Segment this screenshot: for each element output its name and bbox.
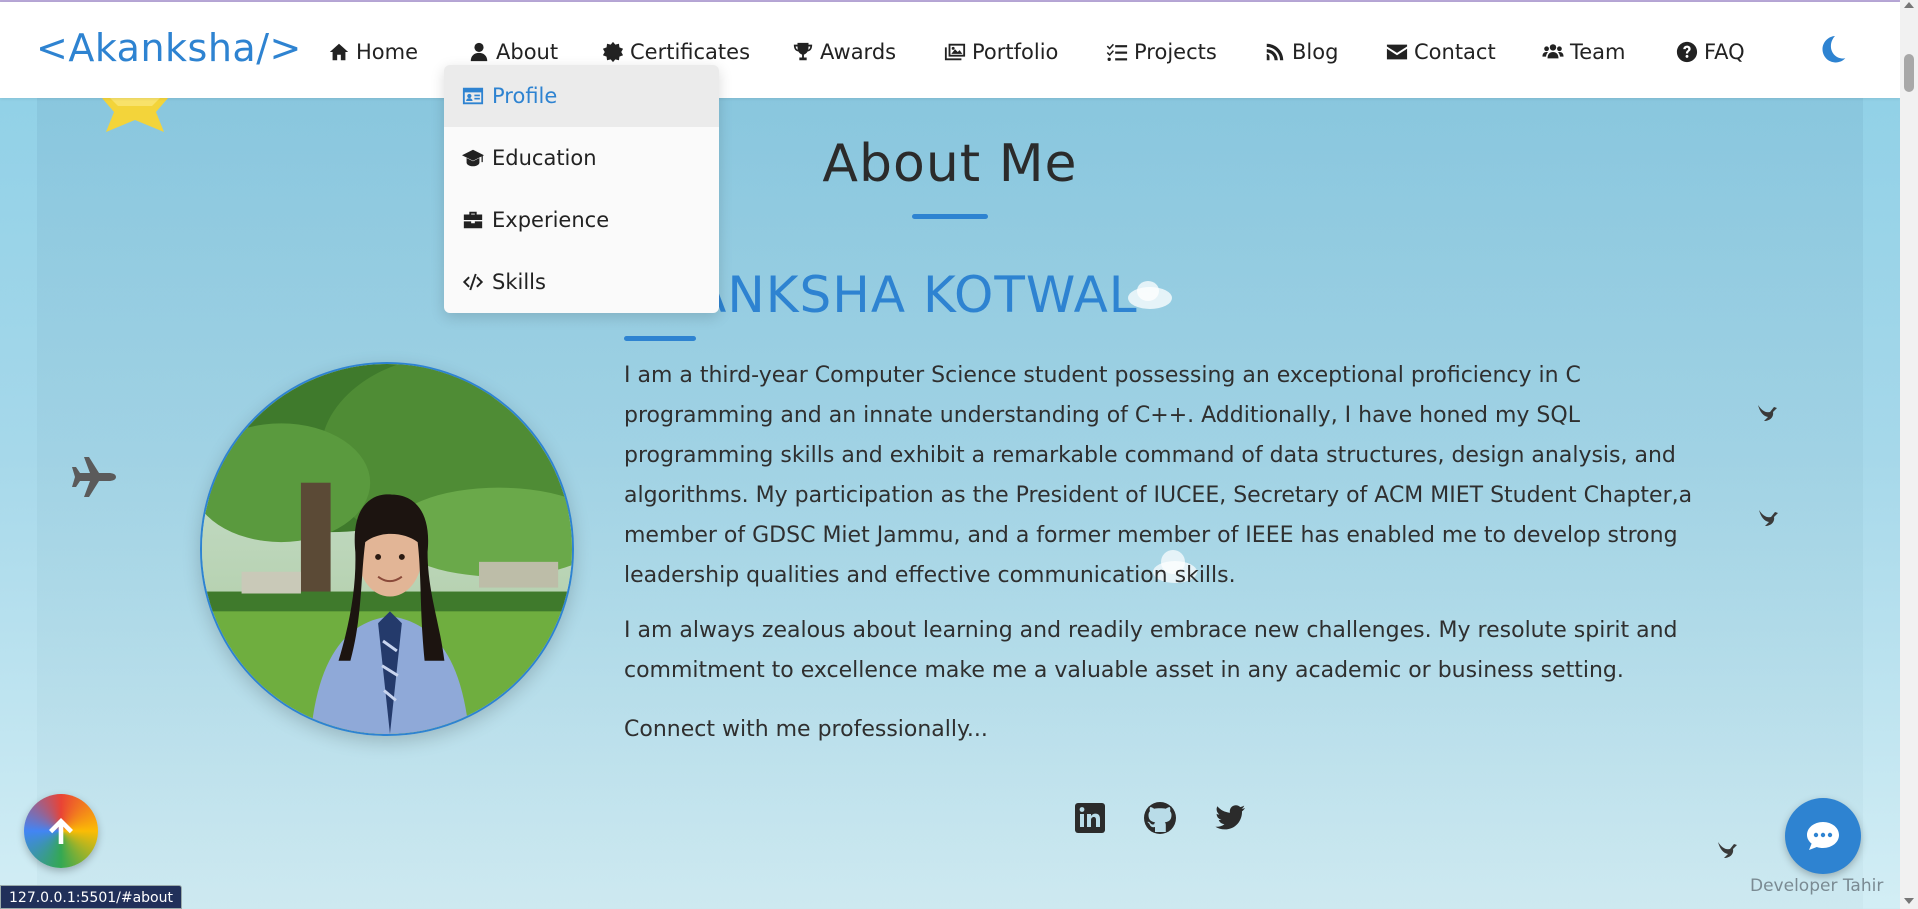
scroll-up-arrow-icon[interactable] <box>1904 2 1914 8</box>
star-decoration-icon <box>92 98 178 134</box>
envelope-icon <box>1386 44 1408 60</box>
nav-label: Team <box>1570 40 1626 64</box>
home-icon <box>329 43 349 61</box>
question-circle-icon <box>1676 41 1698 63</box>
nav-label: Contact <box>1414 40 1496 64</box>
bird-icon <box>1716 840 1738 860</box>
about-dropdown-menu: Profile Education Experience Skills <box>444 65 719 313</box>
nav-label: Blog <box>1292 40 1339 64</box>
dropdown-label: Experience <box>492 208 610 232</box>
graduation-cap-icon <box>462 149 484 167</box>
dropdown-item-skills[interactable]: Skills <box>444 251 719 313</box>
dropdown-item-profile[interactable]: Profile <box>444 65 719 127</box>
nav-projects[interactable]: Projects <box>1106 38 1217 66</box>
vertical-scrollbar[interactable] <box>1900 0 1918 909</box>
list-check-icon <box>1106 43 1128 61</box>
title-underline <box>912 214 988 219</box>
nav-awards[interactable]: Awards <box>792 38 896 66</box>
images-icon <box>944 43 966 61</box>
chat-icon <box>1807 822 1839 850</box>
scrollbar-thumb[interactable] <box>1904 54 1914 92</box>
nav-team[interactable]: Team <box>1542 38 1626 66</box>
dropdown-item-education[interactable]: Education <box>444 127 719 189</box>
developer-credit: Developer Tahir <box>1750 876 1884 896</box>
status-bar-url: 127.0.0.1:5501/#about <box>0 885 182 909</box>
dropdown-label: Profile <box>492 84 558 108</box>
nav-faq[interactable]: FAQ <box>1676 38 1745 66</box>
code-icon <box>462 273 484 291</box>
user-icon <box>470 42 488 62</box>
name-underline <box>624 336 696 341</box>
nav-about[interactable]: About <box>468 38 558 66</box>
back-to-top-button[interactable] <box>24 794 98 868</box>
trophy-icon <box>793 42 813 61</box>
chat-button[interactable] <box>1785 798 1861 874</box>
blog-icon <box>1266 43 1284 61</box>
bio-paragraph: I am always zealous about learning and r… <box>624 618 1678 683</box>
id-card-icon <box>462 87 484 105</box>
nav-portfolio[interactable]: Portfolio <box>944 38 1058 66</box>
github-icon[interactable] <box>1142 800 1178 836</box>
section-title: About Me <box>822 134 1078 194</box>
scroll-down-arrow-icon[interactable] <box>1904 898 1914 904</box>
nav-label: Home <box>356 40 419 64</box>
dropdown-item-experience[interactable]: Experience <box>444 189 719 251</box>
profile-photo <box>200 362 574 736</box>
dropdown-label: Skills <box>492 270 546 294</box>
connect-text: Connect with me professionally... <box>624 717 988 742</box>
nav-label: About <box>496 40 559 64</box>
site-logo[interactable]: <Akanksha/> <box>36 26 302 70</box>
certificate-icon <box>602 41 624 63</box>
airplane-icon <box>72 455 118 499</box>
nav-label: Projects <box>1134 40 1217 64</box>
nav-label: Awards <box>820 40 897 64</box>
bird-icon <box>1756 403 1778 423</box>
nav-home[interactable]: Home <box>328 38 418 66</box>
linkedin-icon[interactable] <box>1072 800 1108 836</box>
briefcase-icon <box>463 211 483 229</box>
navbar: <Akanksha/> Home About Certificates Awar… <box>0 2 1900 98</box>
arrow-up-icon <box>49 818 73 844</box>
dropdown-label: Education <box>492 146 597 170</box>
nav-contact[interactable]: Contact <box>1386 38 1496 66</box>
nav-certificates[interactable]: Certificates <box>602 38 750 66</box>
nav-blog[interactable]: Blog <box>1264 38 1338 66</box>
nav-label: Certificates <box>630 40 751 64</box>
bio-paragraph: I am a third-year Computer Science stude… <box>624 363 1693 588</box>
bird-icon <box>1757 508 1779 528</box>
nav-label: FAQ <box>1704 40 1745 64</box>
nav-label: Portfolio <box>972 40 1059 64</box>
moon-icon[interactable] <box>1818 34 1848 64</box>
users-icon <box>1542 44 1564 59</box>
twitter-icon[interactable] <box>1212 800 1248 836</box>
